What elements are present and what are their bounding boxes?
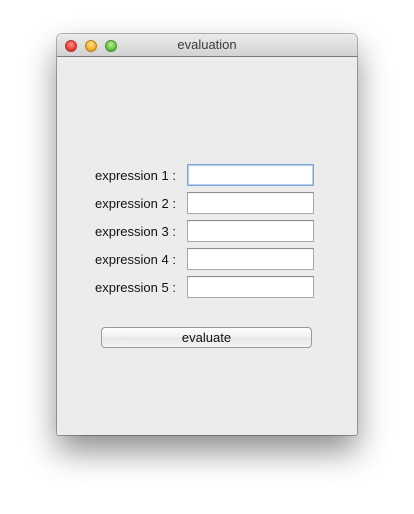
expression-row-2: expression 2 : <box>57 192 357 215</box>
expression-label-5: expression 5 : <box>95 280 176 295</box>
expression-label-1: expression 1 : <box>95 168 176 183</box>
expression-input-2[interactable] <box>187 192 314 214</box>
expression-label-3: expression 3 : <box>95 224 176 239</box>
expression-label-2: expression 2 : <box>95 196 176 211</box>
expression-row-4: expression 4 : <box>57 248 357 271</box>
window-content: expression 1 : expression 2 : expression… <box>57 57 357 435</box>
expression-input-1[interactable] <box>187 164 314 186</box>
window-title: evaluation <box>177 37 237 52</box>
title-bar[interactable]: evaluation <box>57 34 357 57</box>
evaluate-button[interactable]: evaluate <box>101 327 312 348</box>
expression-input-3[interactable] <box>187 220 314 242</box>
expression-label-4: expression 4 : <box>95 252 176 267</box>
expression-row-3: expression 3 : <box>57 220 357 243</box>
expression-input-5[interactable] <box>187 276 314 298</box>
evaluation-window: evaluation expression 1 : expression 2 :… <box>57 34 357 435</box>
expression-input-4[interactable] <box>187 248 314 270</box>
expression-row-5: expression 5 : <box>57 276 357 299</box>
expression-row-1: expression 1 : <box>57 164 357 187</box>
